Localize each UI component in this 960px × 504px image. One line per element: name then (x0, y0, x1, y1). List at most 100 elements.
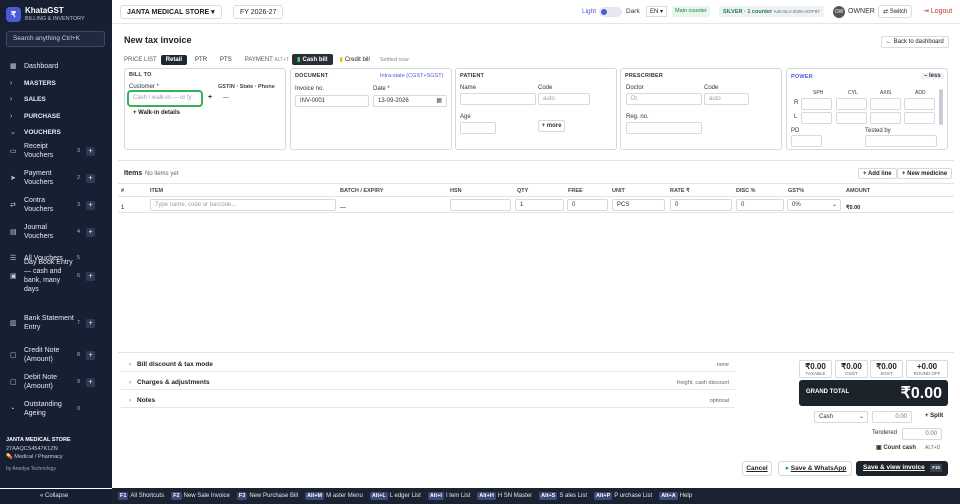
shortcut-item[interactable]: Alt+M M aster Menu (305, 492, 363, 500)
sidebar-item-icon: ▤ (10, 229, 17, 236)
patient-name-input[interactable] (460, 93, 536, 105)
invoice-no-input[interactable]: INV-0001 (295, 95, 369, 107)
doctor-code-input[interactable]: auto (704, 93, 749, 105)
save-whatsapp-button[interactable]: ● Save & WhatsApp (778, 461, 852, 476)
fy-selector[interactable]: FY 2026-27 (233, 5, 284, 19)
collapse-button[interactable]: « Collapse (0, 489, 112, 504)
patient-code-input[interactable]: auto (538, 93, 590, 105)
payment-amount-input[interactable]: 0.00 (872, 411, 912, 423)
doctor-input[interactable]: Dr. (626, 93, 702, 105)
sgst-value: ₹0.00 (876, 362, 897, 371)
shortcut-item[interactable]: Alt+L L edger List (369, 492, 421, 500)
sidebar-item-add-button[interactable]: + (86, 200, 95, 210)
disc-input[interactable]: 0 (736, 199, 784, 211)
sgst-total: ₹0.00 SGST (870, 360, 903, 378)
sidebar-item-icon: ▢ (10, 352, 17, 359)
power-less-button[interactable]: – less (921, 73, 944, 79)
charges-section[interactable]: › Charges & adjustments freight, cash disc… (121, 376, 735, 390)
payment-mode-select[interactable]: Cash ⌄ (814, 411, 868, 423)
r-sph-input[interactable] (801, 98, 832, 110)
add-customer-button[interactable]: + (208, 94, 212, 101)
theme-toggle[interactable] (599, 7, 622, 17)
back-to-dashboard-button[interactable]: ← Back to dashboard (881, 36, 949, 48)
save-view-invoice-button[interactable]: Save & view invoice F10 (856, 461, 948, 476)
reg-no-input[interactable] (626, 122, 702, 134)
gst-select[interactable]: 0% ⌄ (787, 199, 841, 211)
shortcut-item[interactable]: Alt+H H SN Master (477, 492, 532, 500)
shortcut-item[interactable]: Alt+A Help (659, 492, 692, 500)
shortcut-item[interactable]: Alt+I I tem List (427, 492, 470, 500)
r-add-input[interactable] (904, 98, 935, 110)
row-number: 1 (121, 205, 125, 211)
license-code: A40-SLV-2026-A07F97 (773, 9, 820, 14)
avatar[interactable]: OW (833, 6, 845, 18)
sidebar-search-input[interactable]: Search anything Ctrl+K (6, 31, 105, 47)
shortcut-key: F1 (118, 492, 129, 500)
tab-pts[interactable]: PTS (215, 55, 237, 65)
tab-retail[interactable]: Retail (160, 54, 188, 65)
pd-input[interactable] (791, 135, 822, 147)
shortcut-item[interactable]: Alt+P P urchase List (594, 492, 652, 500)
l-add-input[interactable] (904, 112, 935, 124)
l-axis-input[interactable] (870, 112, 901, 124)
l-cyl-input[interactable] (836, 112, 867, 124)
patient-name-label: Name (460, 85, 477, 91)
sidebar-item-add-button[interactable]: + (86, 318, 95, 328)
sidebar-item-label: SALES (24, 95, 46, 103)
credit-bill-label: Credit bill (344, 57, 370, 63)
hsn-input[interactable] (450, 199, 511, 211)
walkin-details-button[interactable]: + Walk-in details (133, 110, 180, 116)
language-select[interactable]: EN ▾ (646, 6, 668, 17)
sidebar-item-add-button[interactable]: + (86, 227, 95, 237)
r-cyl-input[interactable] (836, 98, 867, 110)
shortcut-item[interactable]: Alt+S S ales List (539, 492, 587, 500)
tendered-input[interactable]: 0.00 (902, 428, 942, 440)
sidebar-nav: ▦ Dashboard › MASTERS › SALES › PURCHASE ⌄ VOUCHE… (0, 57, 112, 430)
store-selector[interactable]: JANTA MEDICAL STORE ▾ (120, 5, 222, 19)
patient-more-button[interactable]: + more (538, 120, 565, 132)
switch-button[interactable]: ⇄ Switch (878, 5, 913, 18)
customer-input[interactable]: Cash / walk-in — or ty (127, 90, 203, 107)
add-line-button[interactable]: + Add line (858, 168, 897, 179)
age-input[interactable] (460, 122, 496, 134)
new-medicine-button[interactable]: + New medicine (897, 168, 953, 179)
col-batch: BATCH / EXPIRY (340, 188, 384, 194)
sidebar-item-add-button[interactable]: + (86, 271, 95, 281)
payment-label-text: PAYMENT (244, 56, 273, 63)
tab-ptr[interactable]: PTR (190, 55, 212, 65)
split-button[interactable]: + Split (921, 411, 947, 422)
shortcut-bar: F1 All Shortcuts F2 New Sale Invoice F3 New P… (112, 488, 960, 504)
l-sph-input[interactable] (801, 112, 832, 124)
free-input[interactable]: 0 (567, 199, 608, 211)
shortcut-item[interactable]: F1 All Shortcuts (118, 492, 164, 500)
tested-by-input[interactable] (865, 135, 937, 147)
sidebar-item-count: 0 (77, 406, 81, 412)
sidebar-item-add-button[interactable]: + (86, 173, 95, 183)
power-scrollbar[interactable] (939, 89, 943, 125)
sidebar-item-add-button[interactable]: + (86, 146, 95, 156)
bill-discount-section[interactable]: › Bill discount & tax mode none (121, 358, 735, 372)
count-cash-button[interactable]: ▣ Count cash (876, 444, 916, 451)
unit-input[interactable]: PCS (612, 199, 665, 211)
item-search-input[interactable]: Type name, code or barcode... (150, 199, 336, 211)
sidebar-item-label: Contra Vouchers (24, 197, 54, 213)
sidebar-item-add-button[interactable]: + (86, 350, 95, 360)
price-payment-row: PRICE LIST Retail PTR PTS PAYMENT ALT+T … (124, 54, 409, 65)
logout-button[interactable]: ⇥ Logout (923, 7, 952, 15)
date-value: 13-09-2026 (378, 98, 409, 104)
shortcut-item[interactable]: F2 New Sale Invoice (171, 492, 230, 500)
r-axis-input[interactable] (870, 98, 901, 110)
divider (118, 196, 954, 197)
date-input[interactable]: 13-09-2026 ▦ (373, 95, 447, 107)
cash-bill-button[interactable]: ▮ Cash bill (292, 54, 333, 65)
payment-shortcut: ALT+T (274, 56, 290, 63)
credit-bill-button[interactable]: ▮ Credit bill (336, 54, 374, 65)
cancel-button[interactable]: Cancel (742, 461, 772, 476)
round-off-label: ROUND OFF (913, 371, 941, 376)
rate-input[interactable]: 0 (670, 199, 732, 211)
qty-input[interactable]: 1 (515, 199, 564, 211)
shortcut-item[interactable]: F3 New Purchase Bill (236, 492, 298, 500)
sidebar-item-add-button[interactable]: + (86, 377, 95, 387)
round-off-total: +0.00 ROUND OFF (906, 360, 948, 378)
notes-section[interactable]: › Notes optional (121, 394, 735, 408)
